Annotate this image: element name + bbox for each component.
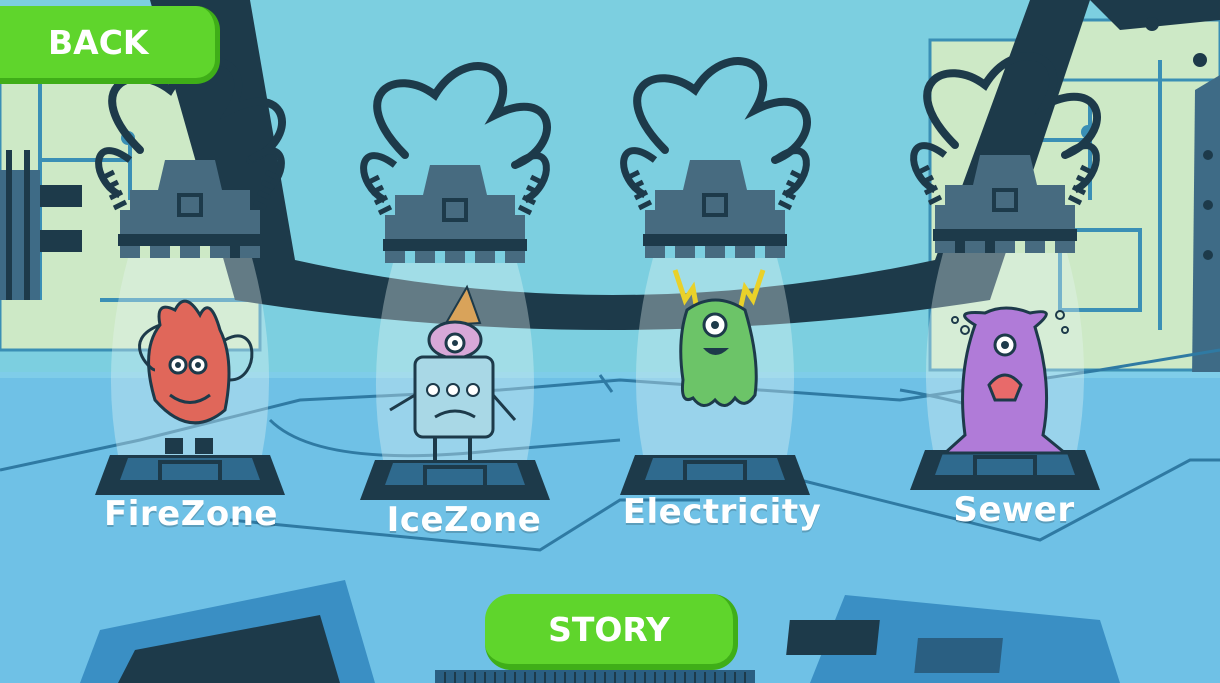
zone-label-sewer[interactable]: Sewer — [953, 490, 1074, 530]
back-button[interactable]: BACK — [0, 6, 220, 84]
console-center — [435, 670, 755, 683]
lab-scene — [0, 0, 1220, 683]
rivet — [1193, 53, 1207, 67]
story-button[interactable]: STORY — [485, 594, 738, 670]
rivet — [1145, 17, 1159, 31]
zone-label-icezone[interactable]: IceZone — [387, 500, 542, 540]
zone-label-firezone[interactable]: FireZone — [104, 494, 278, 534]
zone-label-electricity[interactable]: Electricity — [623, 492, 822, 532]
right-machine — [1192, 75, 1220, 380]
